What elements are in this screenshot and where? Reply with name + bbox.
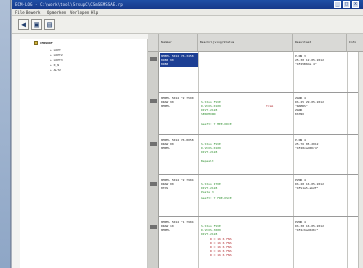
row-detail-cell: S-Stus FSVE D-VCOS-0100 DIVT-2128 bbox=[201, 142, 221, 154]
menu-history[interactable]: Verlopen bbox=[70, 10, 89, 15]
tree-root[interactable]: CMDSKRF bbox=[40, 41, 53, 45]
row-selector[interactable] bbox=[150, 182, 157, 186]
tree-panel[interactable]: CMDSKRF + LOPT + LOPT2 + LOPT3 + 0_N + A… bbox=[20, 39, 148, 268]
status-error-line: R = 16 6 FNS bbox=[210, 253, 232, 257]
menu-edit[interactable]: Bewerk bbox=[26, 10, 40, 15]
app-window: ECM-LOG - C:\work\tool\SrsupC\CSmSEMSSAE… bbox=[11, 0, 363, 268]
menu-file[interactable]: File bbox=[15, 10, 25, 15]
column-divider bbox=[347, 52, 348, 268]
row-result-cell: P-NN 4 25.76 05.2012 "4F48xad0Kr4" bbox=[295, 138, 319, 150]
row-detail-cell: S-Stus ITOE DIVT-2128 Paste 3 bbox=[201, 182, 221, 194]
row-separator bbox=[159, 174, 363, 175]
row-id-cell[interactable]: 8MPEL 5014 "1 7904 DRAW 10 8MPEL bbox=[161, 220, 198, 232]
tree-node[interactable]: + 0_N bbox=[50, 63, 59, 67]
tree-node[interactable]: + LOPT2 bbox=[50, 53, 63, 57]
row-id-cell[interactable]: 8MPEL 5014 76.8058 DRAW 00 8MPEL bbox=[161, 138, 198, 150]
row-separator bbox=[159, 92, 363, 93]
minimize-button[interactable]: _ bbox=[334, 1, 341, 8]
column-header-number[interactable]: Nummer bbox=[159, 34, 198, 52]
row-result-cell: PVNR 4 DS.38 16.05.2012 "4F4c6ad0dKr" bbox=[295, 220, 324, 232]
tree-node[interactable]: + ALT2 bbox=[50, 68, 61, 72]
row-detail-cell: S-Stus FSVE D-VCOS-3000 DIVT-2128 bbox=[201, 224, 221, 236]
window-title: ECM-LOG - C:\work\tool\SrsupC\CSmSEMSSAE… bbox=[15, 2, 123, 7]
menu-annotate[interactable]: Opmerken bbox=[47, 10, 66, 15]
print-button[interactable]: ▤ bbox=[44, 19, 55, 30]
tree-node[interactable]: + LOPT3 bbox=[50, 58, 63, 62]
row-result-cell: P-NN 3 25.30 12.05.2012 "4F45B0de 4" bbox=[295, 54, 324, 66]
row-selector[interactable] bbox=[150, 99, 157, 103]
close-button[interactable]: x bbox=[352, 1, 359, 8]
row-separator bbox=[159, 134, 363, 135]
row-id-cell[interactable]: 8MPEL 5014 "2 7590 DRAW 90 8MPEL bbox=[161, 96, 198, 108]
back-button[interactable]: ◀ bbox=[18, 19, 29, 30]
column-divider bbox=[198, 52, 199, 268]
row-selector-column[interactable] bbox=[148, 52, 159, 268]
column-header-info[interactable]: Info bbox=[347, 34, 363, 52]
row-detail-cell: S-Stus FSVE D-VCOS-0100 DIVT-2128 SEROMO… bbox=[201, 100, 221, 116]
maximize-button[interactable]: □ bbox=[343, 1, 350, 8]
row-separator bbox=[159, 216, 363, 217]
status-ok-line: Geeft: 7 FRE-DSCE bbox=[201, 196, 232, 200]
column-header-description[interactable]: Beschrijving/Status bbox=[198, 34, 293, 52]
select-column-header bbox=[148, 34, 159, 52]
status-error-line: Tram bbox=[266, 104, 274, 108]
log-table: Nummer Beschrijving/Status Resultaat Inf… bbox=[148, 34, 363, 268]
row-id-cell[interactable]: 8MPEL 5014 "2 7904 DRAW 00 8TOS bbox=[161, 178, 198, 190]
desktop-edge bbox=[0, 0, 11, 268]
title-bar[interactable]: ECM-LOG - C:\work\tool\SrsupC\CSmSEMSSAE… bbox=[12, 0, 363, 9]
toolbar: ◀ ▣ ▤ bbox=[12, 16, 363, 34]
save-button[interactable]: ▣ bbox=[31, 19, 42, 30]
folder-icon bbox=[34, 41, 38, 45]
row-selector[interactable] bbox=[150, 225, 157, 229]
row-selector[interactable] bbox=[150, 57, 157, 61]
status-ok-line: Geeft: 7 MEE-DDCE bbox=[201, 122, 232, 126]
column-header-result[interactable]: Resultaat bbox=[293, 34, 347, 52]
menu-bar: File Bewerk Opmerken Verlopen Hlp bbox=[12, 9, 363, 16]
status-ok-line: Bepaalt bbox=[201, 159, 214, 163]
menu-help[interactable]: Hlp bbox=[91, 10, 98, 15]
tree-node[interactable]: + LOPT bbox=[50, 48, 61, 52]
vertical-scrollbar[interactable] bbox=[358, 52, 363, 268]
column-divider bbox=[293, 52, 294, 268]
row-selector[interactable] bbox=[150, 142, 157, 146]
row-id-cell[interactable]: 8MEEL 5014 76.3458 8988 90 8988 bbox=[161, 54, 198, 66]
row-result-cell: ZGNR 4 DS.25 29.05.2012 "NAMRS" ZGNR KST… bbox=[295, 96, 324, 116]
row-result-cell: PVNR 4 DS.28 16.05.2012 "4FS1a5-ab2F" bbox=[295, 178, 324, 190]
